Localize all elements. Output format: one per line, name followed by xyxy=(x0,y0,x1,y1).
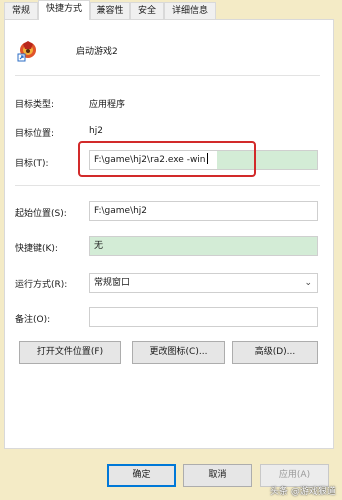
tab-security[interactable]: 安全 xyxy=(130,2,164,19)
divider xyxy=(15,185,320,186)
tab-strip: 常规 快捷方式 兼容性 安全 详细信息 xyxy=(0,0,342,20)
target-type-value: 应用程序 xyxy=(89,100,126,110)
hotkey-label: 快捷键(K): xyxy=(15,244,58,254)
start-in-field[interactable]: F:\game\hj2 xyxy=(89,201,318,221)
tab-compatibility[interactable]: 兼容性 xyxy=(90,2,130,19)
target-location-label: 目标位置: xyxy=(15,129,55,139)
text-caret xyxy=(206,153,208,164)
advanced-button[interactable]: 高级(D)... xyxy=(232,341,318,364)
start-in-label: 起始位置(S): xyxy=(15,209,67,219)
run-select-value: 常规窗口 xyxy=(94,278,131,288)
comment-field[interactable] xyxy=(89,307,318,327)
comment-label: 备注(O): xyxy=(15,315,51,325)
tab-details[interactable]: 详细信息 xyxy=(164,2,216,19)
divider xyxy=(15,75,320,76)
game-app-icon xyxy=(17,41,36,62)
chevron-down-icon: ⌄ xyxy=(304,278,312,288)
hotkey-field[interactable]: 无 xyxy=(89,236,318,256)
run-select[interactable]: 常规窗口 ⌄ xyxy=(89,273,318,293)
shortcut-name: 启动游戏2 xyxy=(76,47,118,57)
tab-shortcut[interactable]: 快捷方式 xyxy=(38,0,90,20)
target-type-label: 目标类型: xyxy=(15,100,55,110)
open-file-location-button[interactable]: 打开文件位置(F) xyxy=(19,341,121,364)
cancel-button[interactable]: 取消 xyxy=(183,464,252,487)
target-value: F:\game\hj2\ra2.exe -win xyxy=(94,155,206,165)
watermark: 头条 @游戏狠道 xyxy=(270,487,336,497)
change-icon-button[interactable]: 更改图标(C)... xyxy=(132,341,225,364)
properties-panel: 启动游戏2 目标类型: 应用程序 目标位置: hj2 目标(T): F:\gam… xyxy=(4,19,334,449)
ok-button[interactable]: 确定 xyxy=(107,464,176,487)
target-label: 目标(T): xyxy=(15,159,49,169)
tab-general[interactable]: 常规 xyxy=(4,2,38,19)
run-label: 运行方式(R): xyxy=(15,280,68,290)
target-location-value: hj2 xyxy=(89,126,103,136)
